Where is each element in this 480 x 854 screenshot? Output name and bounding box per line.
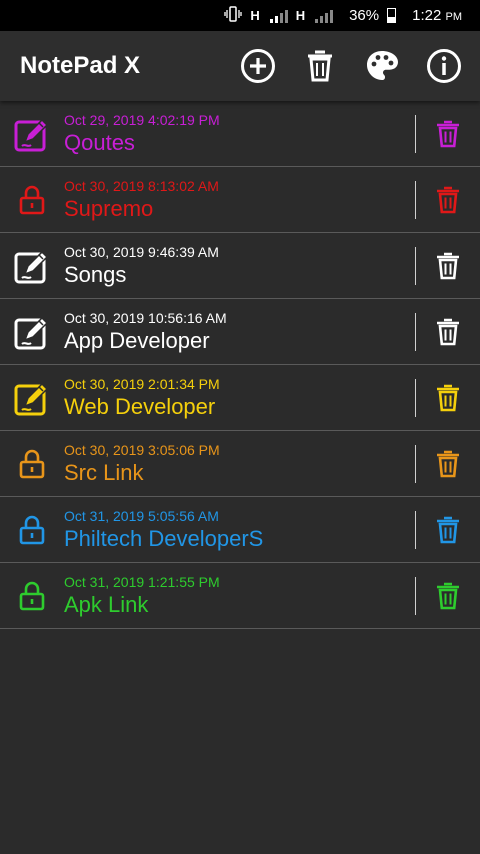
note-title: Songs xyxy=(64,261,127,287)
delete-note-icon[interactable] xyxy=(434,383,462,413)
divider xyxy=(415,378,416,417)
note-date: Oct 30, 2019 8:13:02 AM xyxy=(64,177,219,194)
divider xyxy=(415,576,416,615)
divider xyxy=(415,180,416,219)
note-text: Oct 31, 2019 1:21:55 PM Apk Link xyxy=(64,574,415,618)
note-row[interactable]: Oct 30, 2019 8:13:02 AM Supremo xyxy=(0,167,480,233)
note-date: Oct 30, 2019 3:05:06 PM xyxy=(64,441,220,458)
battery-icon xyxy=(387,8,397,23)
edit-note-icon xyxy=(0,115,64,153)
note-text: Oct 31, 2019 5:05:56 AM Philtech Develop… xyxy=(64,508,415,552)
clock: 1:22 PM xyxy=(412,7,462,24)
note-date: Oct 29, 2019 4:02:19 PM xyxy=(64,111,220,128)
edit-note-icon xyxy=(0,379,64,417)
note-text: Oct 30, 2019 2:01:34 PM Web Developer xyxy=(64,376,415,420)
note-title: Philtech DeveloperS xyxy=(64,525,264,551)
delete-note-icon[interactable] xyxy=(434,515,462,545)
delete-note-icon[interactable] xyxy=(434,185,462,215)
note-row[interactable]: Oct 30, 2019 9:46:39 AM Songs xyxy=(0,233,480,299)
add-icon[interactable] xyxy=(240,48,276,84)
delete-note-icon[interactable] xyxy=(434,251,462,281)
divider xyxy=(415,246,416,285)
edit-note-icon xyxy=(0,247,64,285)
delete-all-icon[interactable] xyxy=(302,48,338,84)
info-icon[interactable] xyxy=(426,48,462,84)
note-date: Oct 31, 2019 5:05:56 AM xyxy=(64,507,219,524)
note-list: Oct 29, 2019 4:02:19 PM Qoutes Oct 30, 2… xyxy=(0,101,480,629)
divider xyxy=(415,510,416,549)
edit-note-icon xyxy=(0,313,64,351)
network-type-2: H xyxy=(295,8,306,23)
lock-icon xyxy=(0,515,64,545)
delete-note-icon[interactable] xyxy=(434,119,462,149)
delete-note-icon[interactable] xyxy=(434,317,462,347)
vibrate-icon xyxy=(224,5,242,26)
note-date: Oct 30, 2019 2:01:34 PM xyxy=(64,375,220,392)
note-title: Apk Link xyxy=(64,591,149,617)
app-bar: NotePad X xyxy=(0,31,480,101)
note-text: Oct 30, 2019 8:13:02 AM Supremo xyxy=(64,178,415,222)
note-text: Oct 29, 2019 4:02:19 PM Qoutes xyxy=(64,112,415,156)
palette-icon[interactable] xyxy=(364,48,400,84)
network-type-1: H xyxy=(250,8,260,23)
divider xyxy=(415,444,416,483)
lock-icon xyxy=(0,185,64,215)
note-title: Qoutes xyxy=(64,129,135,155)
note-date: Oct 30, 2019 9:46:39 AM xyxy=(64,243,219,260)
status-bar: H H 36% 1:22 PM xyxy=(0,0,480,31)
divider xyxy=(415,114,416,153)
signal-icon-2 xyxy=(315,9,334,23)
note-text: Oct 30, 2019 3:05:06 PM Src Link xyxy=(64,442,415,486)
delete-note-icon[interactable] xyxy=(434,581,462,611)
lock-icon xyxy=(0,581,64,611)
note-title: Supremo xyxy=(64,195,154,221)
note-row[interactable]: Oct 31, 2019 5:05:56 AM Philtech Develop… xyxy=(0,497,480,563)
divider xyxy=(415,312,416,351)
note-title: Src Link xyxy=(64,459,144,485)
note-row[interactable]: Oct 31, 2019 1:21:55 PM Apk Link xyxy=(0,563,480,629)
signal-icon-1 xyxy=(269,9,288,23)
note-row[interactable]: Oct 30, 2019 10:56:16 AM App Developer xyxy=(0,299,480,365)
battery-percent: 36% xyxy=(349,7,380,24)
note-row[interactable]: Oct 30, 2019 3:05:06 PM Src Link xyxy=(0,431,480,497)
note-date: Oct 31, 2019 1:21:55 PM xyxy=(64,573,220,590)
delete-note-icon[interactable] xyxy=(434,449,462,479)
note-title: Web Developer xyxy=(64,393,216,419)
lock-icon xyxy=(0,449,64,479)
note-date: Oct 30, 2019 10:56:16 AM xyxy=(64,309,227,326)
note-text: Oct 30, 2019 10:56:16 AM App Developer xyxy=(64,310,415,354)
note-text: Oct 30, 2019 9:46:39 AM Songs xyxy=(64,244,415,288)
note-title: App Developer xyxy=(64,327,210,353)
app-title: NotePad X xyxy=(20,52,141,79)
note-row[interactable]: Oct 30, 2019 2:01:34 PM Web Developer xyxy=(0,365,480,431)
note-row[interactable]: Oct 29, 2019 4:02:19 PM Qoutes xyxy=(0,101,480,167)
